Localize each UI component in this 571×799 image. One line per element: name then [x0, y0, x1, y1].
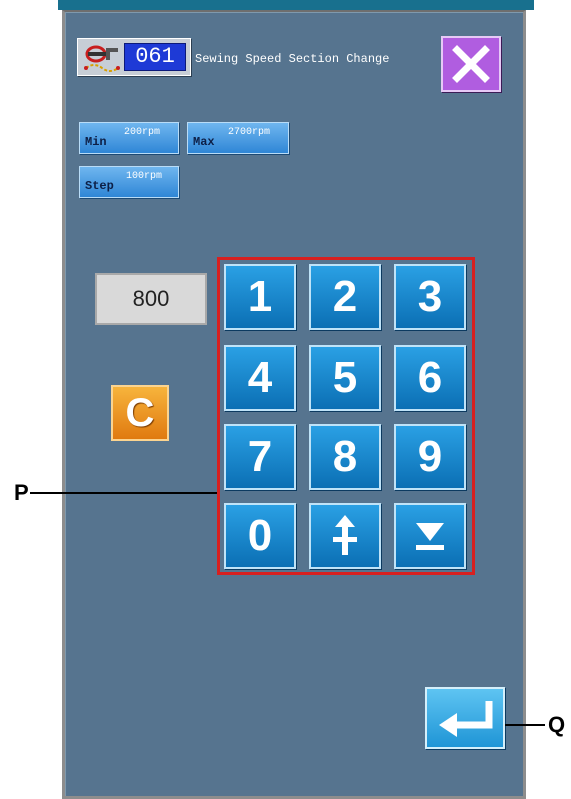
step-label: Step: [85, 179, 114, 193]
page-title: Sewing Speed Section Change: [195, 52, 390, 66]
down-key[interactable]: [394, 503, 466, 569]
max-label: Max: [193, 135, 215, 149]
plus-minus-icon: [333, 515, 357, 555]
speed-value-display: 800: [95, 273, 207, 325]
key-5[interactable]: 5: [309, 345, 381, 411]
min-label: Min: [85, 135, 107, 149]
close-button[interactable]: [441, 36, 501, 92]
min-value: 200rpm: [124, 127, 161, 138]
step-speed-button[interactable]: Step 100rpm: [79, 166, 179, 198]
max-value: 2700rpm: [228, 127, 271, 138]
step-value: 100rpm: [126, 171, 163, 182]
key-3[interactable]: 3: [394, 264, 466, 330]
callout-q-leader: [505, 724, 545, 726]
callout-p: P: [14, 480, 29, 505]
plus-minus-key[interactable]: [309, 503, 381, 569]
enter-icon: [439, 701, 493, 737]
close-icon: [452, 45, 490, 83]
machine-icon: [82, 42, 122, 72]
key-2[interactable]: 2: [309, 264, 381, 330]
key-4[interactable]: 4: [224, 345, 296, 411]
down-arrow-icon: [416, 523, 444, 550]
min-speed-button[interactable]: Min 200rpm: [79, 122, 179, 154]
key-6[interactable]: 6: [394, 345, 466, 411]
key-0[interactable]: 0: [224, 503, 296, 569]
max-speed-button[interactable]: Max 2700rpm: [187, 122, 289, 154]
program-header-box[interactable]: 061: [77, 38, 191, 76]
key-7[interactable]: 7: [224, 424, 296, 490]
top-accent-bar: [58, 0, 534, 10]
key-9[interactable]: 9: [394, 424, 466, 490]
clear-button[interactable]: C: [111, 385, 169, 441]
key-1[interactable]: 1: [224, 264, 296, 330]
callout-p-leader: [30, 492, 217, 494]
key-8[interactable]: 8: [309, 424, 381, 490]
callout-q: Q: [548, 712, 566, 737]
enter-button[interactable]: [425, 687, 505, 749]
program-number: 061: [124, 43, 186, 71]
